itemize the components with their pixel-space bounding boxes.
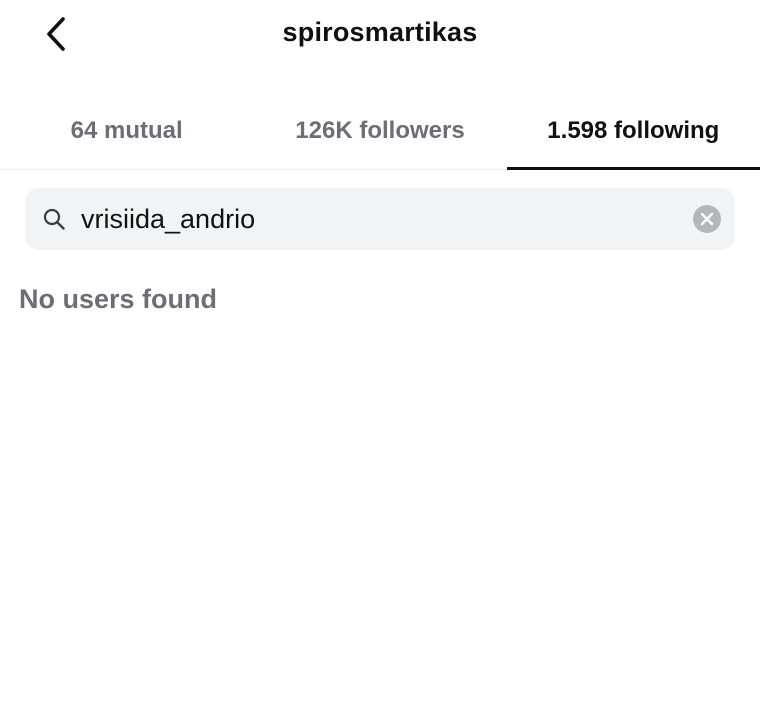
- tab-mutual[interactable]: 64 mutual: [0, 94, 253, 169]
- tab-bar: 64 mutual 126K followers 1.598 following: [0, 94, 760, 170]
- header-bar: spirosmartikas: [0, 0, 760, 70]
- search-icon: [41, 206, 67, 232]
- no-results-message: No users found: [19, 284, 218, 314]
- page-title: spirosmartikas: [282, 17, 478, 47]
- search-input[interactable]: [81, 199, 691, 239]
- tab-following[interactable]: 1.598 following: [506, 94, 760, 170]
- clear-search-button[interactable]: [691, 203, 723, 235]
- tab-followers[interactable]: 126K followers: [253, 94, 506, 169]
- search-bar[interactable]: [25, 188, 735, 250]
- clear-circle-icon: [693, 205, 721, 233]
